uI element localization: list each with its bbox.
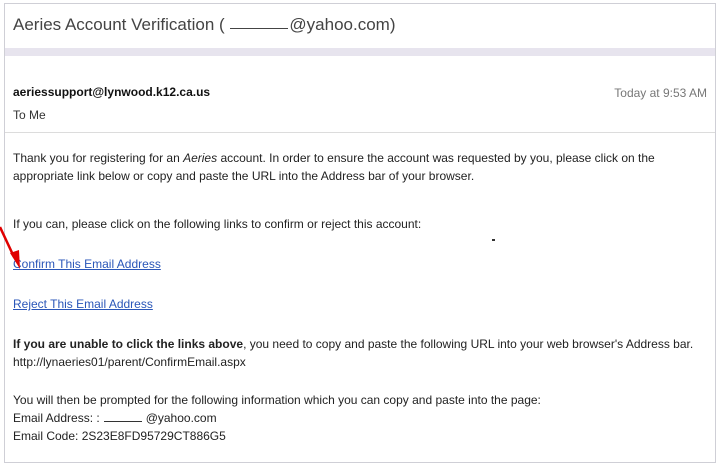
subject-prefix: Aeries Account Verification ( xyxy=(13,15,225,34)
fallback-bold: If you are unable to click the links abo… xyxy=(13,337,244,351)
prompt-paragraph: You will then be prompted for the follow… xyxy=(13,391,707,445)
fallback-rest: , you need to copy and paste the followi… xyxy=(243,337,694,351)
sender-address[interactable]: aeriessupport@lynwood.k12.ca.us xyxy=(13,85,210,99)
recipient-line: To Me xyxy=(13,108,46,122)
arrow-icon xyxy=(0,226,20,269)
email-code-value: 2S23E8FD95729CT886G5 xyxy=(81,429,226,443)
prompt-text: You will then be prompted for the follow… xyxy=(13,393,541,407)
stray-mark xyxy=(492,239,495,241)
fallback-paragraph: If you are unable to click the links abo… xyxy=(13,335,707,371)
intro-text-em: Aeries xyxy=(183,151,218,165)
message-timestamp: Today at 9:53 AM xyxy=(614,86,707,100)
message-header: aeriessupport@lynwood.k12.ca.us Today at… xyxy=(5,56,715,133)
confirm-url[interactable]: http://lynaeries01/parent/ConfirmEmail.a… xyxy=(13,355,246,369)
intro-paragraph: Thank you for registering for an Aeries … xyxy=(13,149,707,185)
redacted-blank-address xyxy=(103,411,142,422)
email-address-value: @yahoo.com xyxy=(145,411,217,425)
confirm-email-link[interactable]: Confirm This Email Address xyxy=(13,257,161,271)
email-subject: Aeries Account Verification ( @yahoo.com… xyxy=(13,15,395,35)
email-viewer: Aeries Account Verification ( @yahoo.com… xyxy=(4,3,716,463)
reject-email-link[interactable]: Reject This Email Address xyxy=(13,297,153,311)
subject-bar: Aeries Account Verification ( @yahoo.com… xyxy=(5,4,715,56)
instruction-paragraph: If you can, please click on the followin… xyxy=(13,217,422,231)
red-arrow-annotation xyxy=(0,225,30,275)
confirm-link-row: Confirm This Email Address xyxy=(13,255,707,273)
redacted-blank xyxy=(230,15,289,29)
email-code-label: Email Code: xyxy=(13,429,82,443)
message-body: Thank you for registering for an Aeries … xyxy=(5,139,715,462)
reject-link-row: Reject This Email Address xyxy=(13,295,707,313)
email-address-label: Email Address: : xyxy=(13,411,100,425)
subject-suffix: @yahoo.com) xyxy=(289,15,396,34)
intro-text-a: Thank you for registering for an xyxy=(13,151,184,165)
